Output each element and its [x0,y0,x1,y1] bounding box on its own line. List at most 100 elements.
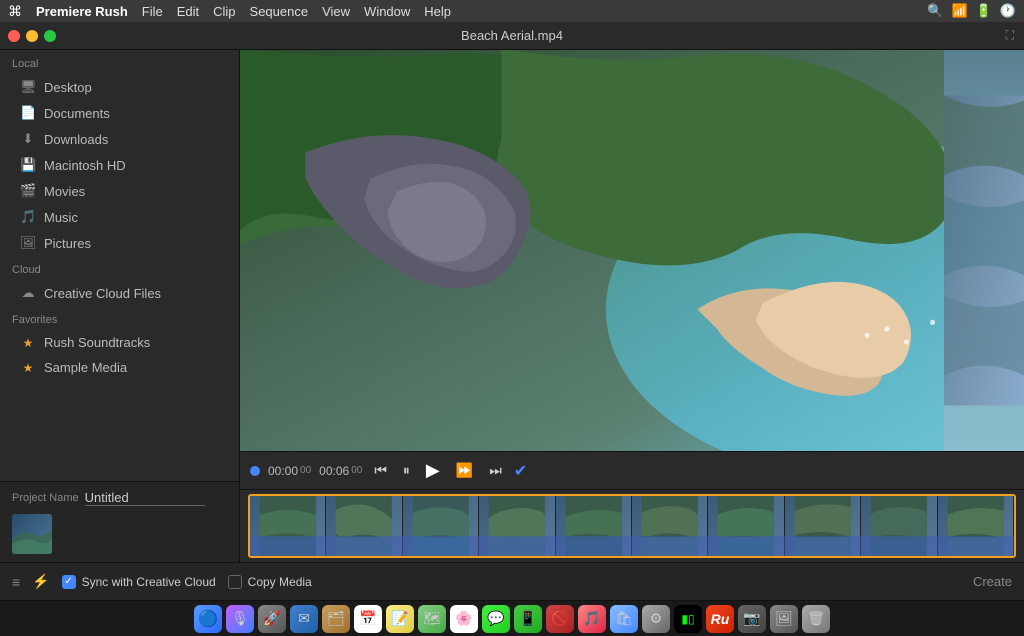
sidebar-item-music[interactable]: 🎵 Music [0,204,239,230]
sidebar-item-pictures[interactable]: 🖼 Pictures [0,230,239,256]
playhead-dot [250,466,260,476]
wifi-icon[interactable]: 📶 [951,3,967,19]
clock-icon: 🕐 [1000,3,1016,19]
checkmark-icon: ✔ [514,461,527,481]
video-preview [240,50,1024,451]
copy-checkbox[interactable] [228,575,242,589]
step-back-button[interactable]: ⏸ [399,460,414,481]
project-name-input[interactable] [85,490,205,506]
downloads-icon: ⬇ [20,131,36,147]
timeline-selection [250,536,1014,556]
pictures-icon: 🖼 [20,235,36,251]
create-button[interactable]: Create [973,574,1012,589]
sync-label: Sync with Creative Cloud [82,575,216,589]
video-frame[interactable] [240,50,1024,451]
sidebar-item-rushsoundtracks[interactable]: ★ Rush Soundtracks [0,330,239,355]
dock-notes[interactable]: 📝 [386,605,414,633]
documents-icon: 📄 [20,105,36,121]
minimize-button[interactable] [26,30,38,42]
siri-icon[interactable]: 🔍 [927,3,943,19]
sidebar-item-desktop[interactable]: 🖥 Desktop [0,74,239,100]
bottom-bar: ≡ ⚡ ✓ Sync with Creative Cloud Copy Medi… [0,562,1024,600]
dock-photos[interactable]: 🌸 [450,605,478,633]
timeline-strip[interactable] [240,489,1024,562]
sidebar-item-macintoshhd[interactable]: 💾 Macintosh HD [0,152,239,178]
dock-terminal[interactable]: ▮▯ [674,605,702,633]
window-title: Beach Aerial.mp4 [461,28,563,43]
sidebar-item-movies[interactable]: 🎬 Movies [0,178,239,204]
dock-messages[interactable]: 💬 [482,605,510,633]
dock: 🔵 🎙 🚀 ✉ 🗂 📅 📝 🗺 🌸 💬 📱 🚫 🎵 🛍 ⚙ ▮▯ Ru 📷 🖼 … [0,600,1024,636]
dock-calendar[interactable]: 📅 [354,605,382,633]
filter-icon[interactable]: ⚡ [32,573,49,590]
sidebar-label-samplemedia: Sample Media [44,360,127,375]
menu-view[interactable]: View [322,4,350,19]
cloud-section-label: Cloud [0,256,239,280]
app-name: Premiere Rush [36,4,128,19]
star-icon-sample: ★ [20,361,36,375]
menu-bar-left: ⌘ Premiere Rush File Edit Clip Sequence … [8,3,451,20]
dock-maps[interactable]: 🗺 [418,605,446,633]
video-player[interactable]: 00:00 00 00:06 00 ⏮ ⏸ ▶ ⏩ [240,50,1024,562]
menu-file[interactable]: File [142,4,163,19]
sidebar-label-desktop: Desktop [44,80,92,95]
project-thumbnail [12,514,52,554]
project-name-label: Project Name [12,492,79,504]
dock-dnd[interactable]: 🚫 [546,605,574,633]
skip-start-button[interactable]: ⏮ [370,460,391,481]
dock-launchpad[interactable]: 🚀 [258,605,286,633]
menu-edit[interactable]: Edit [177,4,199,19]
dock-finder[interactable]: 🔵 [194,605,222,633]
skip-end-button[interactable]: ⏭ [485,460,506,481]
title-bar: Beach Aerial.mp4 ⛶ [0,22,1024,50]
current-time: 00:00 00 [268,464,311,478]
menu-help[interactable]: Help [424,4,451,19]
dock-siri[interactable]: 🎙 [226,605,254,633]
movies-icon: 🎬 [20,183,36,199]
step-forward-button[interactable]: ⏩ [452,460,477,481]
copy-label: Copy Media [248,575,312,589]
film-strip[interactable] [248,494,1016,558]
apple-menu[interactable]: ⌘ [8,3,22,20]
dock-mail[interactable]: ✉ [290,605,318,633]
dock-appstore[interactable]: 🛍 [610,605,638,633]
favorites-section-label: Favorites [0,306,239,330]
menu-sequence[interactable]: Sequence [250,4,309,19]
dock-photos2[interactable]: 🖼 [770,605,798,633]
dock-trash[interactable]: 🗑 [802,605,830,633]
copy-checkbox-area[interactable]: Copy Media [228,575,312,589]
sync-checkbox[interactable]: ✓ [62,575,76,589]
thumbnail-strip [944,50,1024,451]
play-button[interactable]: ▶ [422,458,444,483]
sidebar-item-samplemedia[interactable]: ★ Sample Media [0,355,239,380]
dock-app2[interactable]: 📷 [738,605,766,633]
sidebar-label-creativecloud: Creative Cloud Files [44,286,161,301]
dock-folder[interactable]: 🗂 [322,605,350,633]
menu-window[interactable]: Window [364,4,410,19]
cloud-icon: ☁ [20,285,36,301]
list-icon[interactable]: ≡ [12,574,20,590]
dock-music[interactable]: 🎵 [578,605,606,633]
star-icon-rush: ★ [20,336,36,350]
project-name-row: Project Name [12,490,227,506]
sidebar-scrollable: Local 🖥 Desktop 📄 Documents ⬇ Downloads … [0,50,239,481]
sync-checkbox-area[interactable]: ✓ Sync with Creative Cloud [62,575,216,589]
sidebar-label-rushsoundtracks: Rush Soundtracks [44,335,150,350]
sidebar-item-creativecloud[interactable]: ☁ Creative Cloud Files [0,280,239,306]
menu-clip[interactable]: Clip [213,4,235,19]
music-icon: 🎵 [20,209,36,225]
maximize-button[interactable] [44,30,56,42]
sidebar-item-documents[interactable]: 📄 Documents [0,100,239,126]
sidebar-label-macintoshhd: Macintosh HD [44,158,126,173]
dock-premiere-rush[interactable]: Ru [706,605,734,633]
main-layout: Local 🖥 Desktop 📄 Documents ⬇ Downloads … [0,50,1024,562]
dock-sysprefs[interactable]: ⚙ [642,605,670,633]
project-panel: Project Name [0,481,239,562]
hd-icon: 💾 [20,157,36,173]
dock-facetime[interactable]: 📱 [514,605,542,633]
close-button[interactable] [8,30,20,42]
menu-bar: ⌘ Premiere Rush File Edit Clip Sequence … [0,0,1024,22]
expand-icon[interactable]: ⛶ [1006,28,1014,43]
sidebar-item-downloads[interactable]: ⬇ Downloads [0,126,239,152]
desktop-icon: 🖥 [20,79,36,95]
